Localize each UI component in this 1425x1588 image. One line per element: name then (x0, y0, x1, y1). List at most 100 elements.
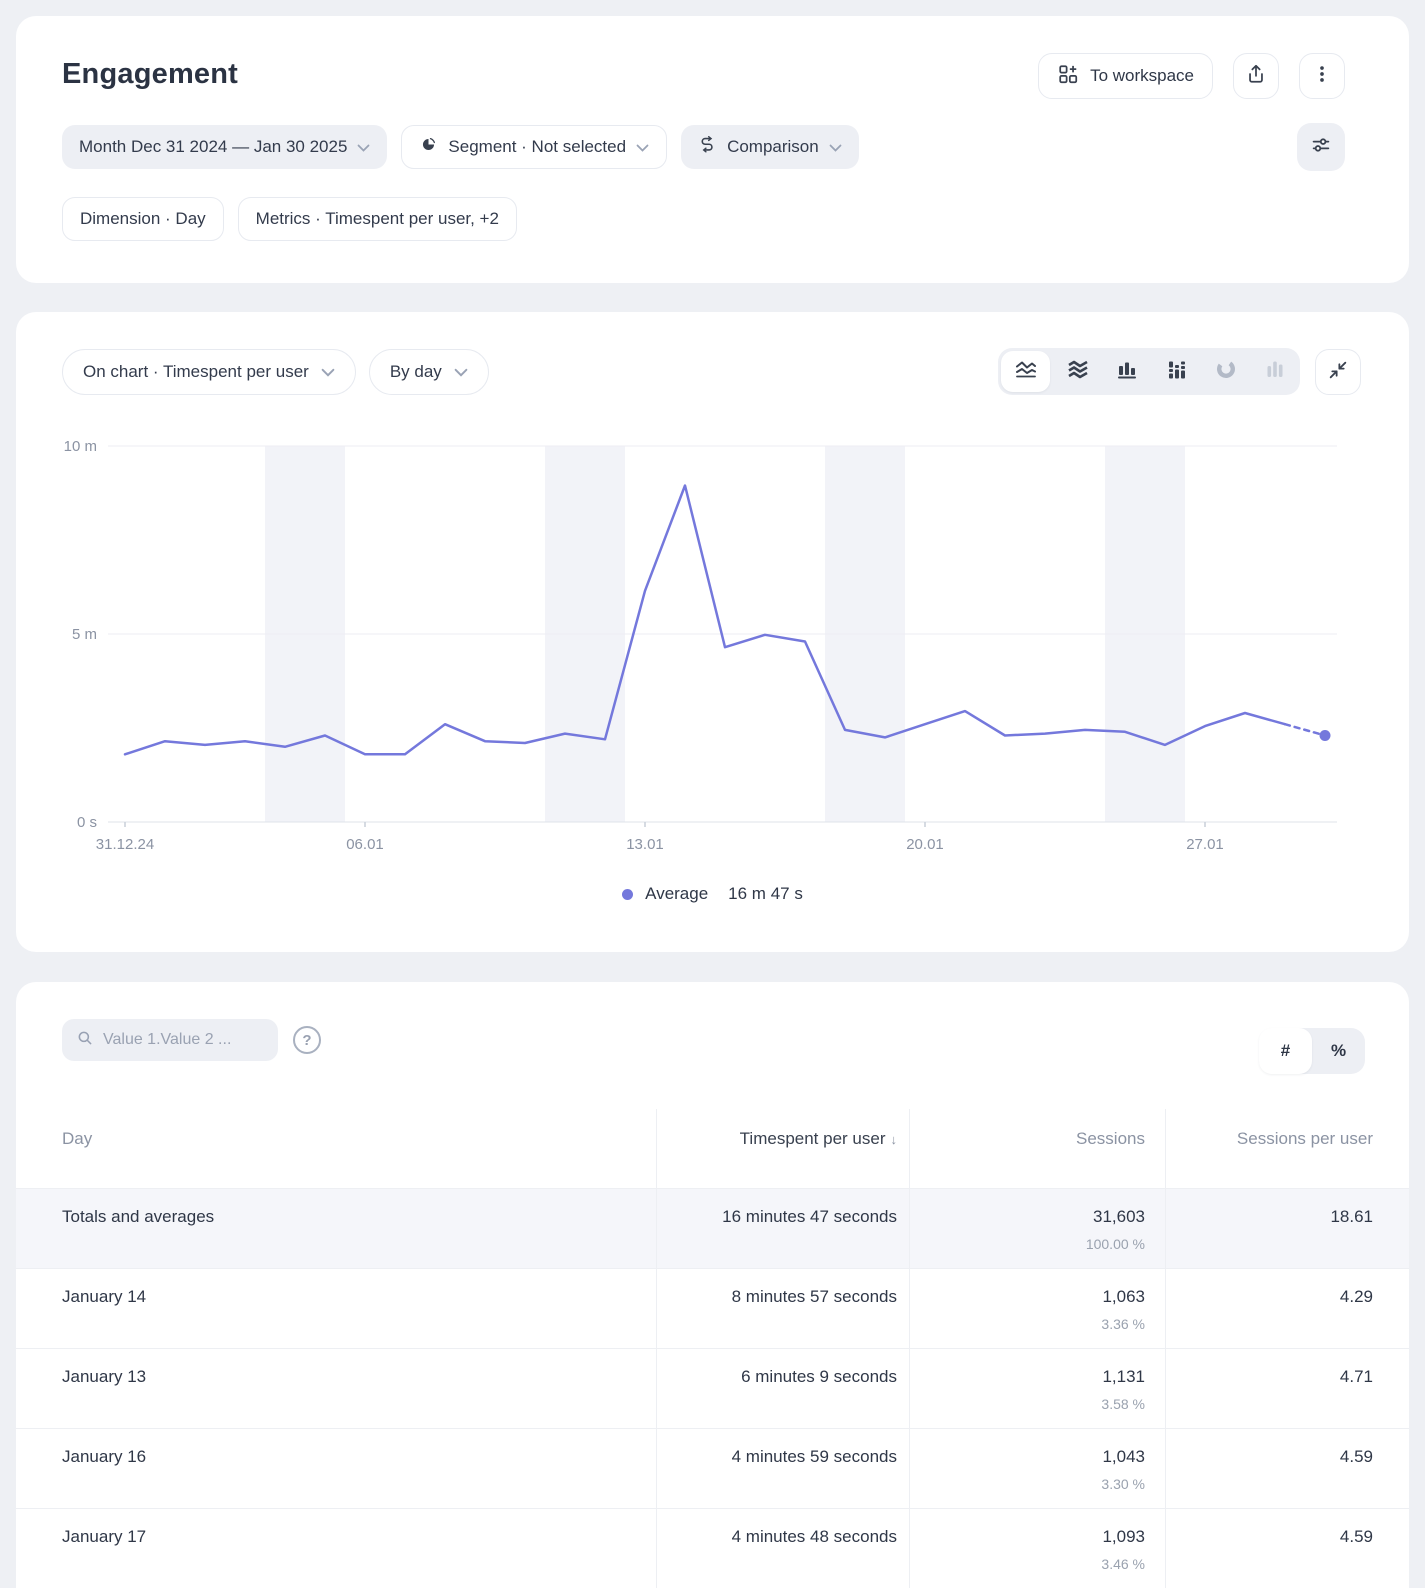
comparison-arrows-icon (698, 135, 717, 159)
collapse-arrows-icon (1327, 359, 1349, 386)
sessions-value: 1,043 (910, 1447, 1145, 1467)
sessions-cell: 1,093 3.46 % (909, 1509, 1165, 1588)
table-row[interactable]: January 13 6 minutes 9 seconds 1,131 3.5… (16, 1348, 1409, 1428)
sessions-percent: 3.46 % (910, 1556, 1145, 1572)
chart-legend[interactable]: Average 16 m 47 s (16, 884, 1409, 904)
chart-type-stacked-area[interactable] (1053, 348, 1102, 395)
collapse-chart-button[interactable] (1315, 349, 1361, 395)
sessions-value: 1,093 (910, 1527, 1145, 1547)
table-row[interactable]: January 16 4 minutes 59 seconds 1,043 3.… (16, 1428, 1409, 1508)
timespent-cell: 16 minutes 47 seconds (656, 1189, 909, 1268)
chevron-down-icon (636, 137, 649, 157)
day-cell: January 17 (16, 1509, 656, 1588)
column-header-timespent[interactable]: Timespent per user ↓ (656, 1109, 909, 1188)
table-row[interactable]: January 17 4 minutes 48 seconds 1,093 3.… (16, 1508, 1409, 1588)
chevron-down-icon (357, 137, 370, 157)
comparison-label: Comparison (727, 137, 819, 157)
sessions-cell: 1,043 3.30 % (909, 1429, 1165, 1508)
sessions-percent: 100.00 % (910, 1236, 1145, 1252)
chart-card: On chart · Timespent per user By day (16, 312, 1409, 952)
search-input[interactable] (103, 1031, 264, 1049)
timespent-cell: 6 minutes 9 seconds (656, 1349, 909, 1428)
date-range-filter[interactable]: Month Dec 31 2024 — Jan 30 2025 (62, 125, 387, 169)
day-cell: January 14 (16, 1269, 656, 1348)
sessions-cell: 1,063 3.36 % (909, 1269, 1165, 1348)
granularity-label: By day (390, 362, 442, 382)
share-icon (1245, 63, 1267, 90)
chart-type-stacked-bars[interactable] (1152, 348, 1201, 395)
table-row[interactable]: January 14 8 minutes 57 seconds 1,063 3.… (16, 1268, 1409, 1348)
legend-series-value: 16 m 47 s (728, 884, 803, 904)
legend-dot-icon (622, 889, 633, 900)
toggle-number[interactable]: # (1259, 1028, 1312, 1074)
svg-text:06.01: 06.01 (346, 836, 384, 853)
column-header-sessions-per-user[interactable]: Sessions per user (1165, 1109, 1409, 1188)
filter-settings-button[interactable] (1297, 123, 1345, 171)
to-workspace-label: To workspace (1090, 66, 1194, 86)
svg-text:27.01: 27.01 (1186, 836, 1224, 853)
table-header-row: Day Timespent per user ↓ Sessions Session… (16, 1109, 1409, 1188)
segment-filter[interactable]: Segment · Not selected (401, 125, 667, 169)
chevron-down-icon (321, 362, 335, 382)
dimension-label: Dimension · Day (80, 209, 206, 229)
question-icon: ? (302, 1032, 311, 1049)
line-chart-icon (1014, 357, 1038, 386)
granularity-select[interactable]: By day (369, 349, 489, 395)
column-header-timespent-label: Timespent per user (740, 1129, 886, 1148)
chart-type-columns[interactable] (1251, 348, 1300, 395)
number-percent-toggle: # % (1259, 1028, 1365, 1074)
svg-text:0 s: 0 s (77, 814, 97, 831)
stacked-area-chart-icon (1066, 357, 1090, 386)
segment-label: Segment · Not selected (448, 137, 626, 157)
sessions-value: 1,063 (910, 1287, 1145, 1307)
chart-controls: On chart · Timespent per user By day (62, 349, 489, 395)
on-chart-metric-select[interactable]: On chart · Timespent per user (62, 349, 356, 395)
chart-type-bars[interactable] (1103, 348, 1152, 395)
timespent-cell: 8 minutes 57 seconds (656, 1269, 909, 1348)
toggle-percent[interactable]: % (1312, 1028, 1365, 1074)
search-help-button[interactable]: ? (293, 1026, 321, 1054)
grid-plus-icon (1057, 63, 1079, 90)
svg-text:10 m: 10 m (64, 438, 97, 455)
chart-type-donut[interactable] (1201, 348, 1250, 395)
dimension-chip[interactable]: Dimension · Day (62, 197, 224, 241)
column-header-sessions[interactable]: Sessions (909, 1109, 1165, 1188)
filter-row-primary: Month Dec 31 2024 — Jan 30 2025 Segment … (62, 125, 859, 169)
comparison-filter[interactable]: Comparison (681, 125, 859, 169)
sessions-per-user-cell: 4.59 (1165, 1509, 1409, 1588)
timespent-cell: 4 minutes 48 seconds (656, 1509, 909, 1588)
sessions-value: 1,131 (910, 1367, 1145, 1387)
sliders-icon (1310, 134, 1332, 161)
table-search[interactable] (62, 1019, 278, 1061)
report-header-card: Engagement To workspace (16, 16, 1409, 283)
on-chart-metric-label: On chart · Timespent per user (83, 362, 309, 382)
metrics-label: Metrics · Timespent per user, +2 (256, 209, 499, 229)
chart-type-line[interactable] (1001, 351, 1050, 392)
chevron-down-icon (829, 137, 842, 157)
kebab-menu-icon (1311, 63, 1333, 90)
sessions-cell: 31,603 100.00 % (909, 1189, 1165, 1268)
table-row-totals[interactable]: Totals and averages 16 minutes 47 second… (16, 1188, 1409, 1268)
column-chart-icon (1263, 357, 1287, 386)
search-icon (76, 1029, 94, 1052)
date-range-label: Month Dec 31 2024 — Jan 30 2025 (79, 137, 347, 157)
chart-type-switcher (998, 348, 1300, 395)
svg-text:13.01: 13.01 (626, 836, 664, 853)
header-actions: To workspace (1038, 53, 1345, 99)
legend-series-name: Average (645, 884, 708, 904)
data-table-card: ? # % Day Timespent per user ↓ Sessions S… (16, 982, 1409, 1588)
sessions-percent: 3.36 % (910, 1316, 1145, 1332)
column-header-day[interactable]: Day (16, 1109, 656, 1188)
svg-text:20.01: 20.01 (906, 836, 944, 853)
metrics-table: Day Timespent per user ↓ Sessions Session… (16, 1109, 1409, 1588)
metrics-chip[interactable]: Metrics · Timespent per user, +2 (238, 197, 517, 241)
to-workspace-button[interactable]: To workspace (1038, 53, 1213, 99)
sort-desc-icon: ↓ (891, 1132, 898, 1147)
engagement-line-chart[interactable]: 0 s5 m10 m31.12.2406.0113.0120.0127.01 (16, 424, 1409, 876)
share-button[interactable] (1233, 53, 1279, 99)
kebab-menu-button[interactable] (1299, 53, 1345, 99)
timespent-cell: 4 minutes 59 seconds (656, 1429, 909, 1508)
chevron-down-icon (454, 362, 468, 382)
sessions-cell: 1,131 3.58 % (909, 1349, 1165, 1428)
sessions-per-user-cell: 4.71 (1165, 1349, 1409, 1428)
